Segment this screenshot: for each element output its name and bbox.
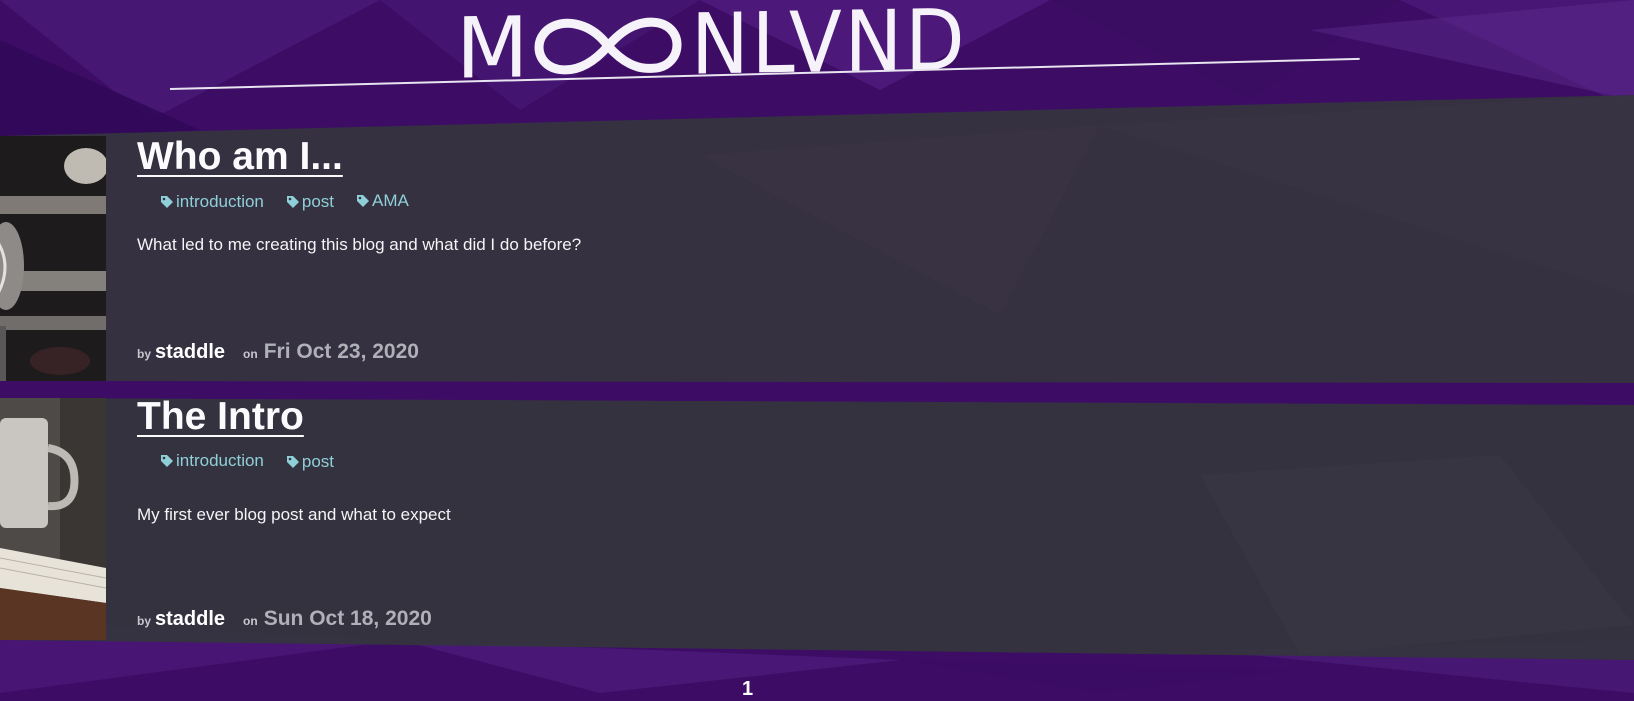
tag-label: introduction: [176, 192, 264, 211]
on-label: on: [243, 347, 258, 361]
tag-label: introduction: [176, 451, 264, 470]
tag-post[interactable]: post: [286, 452, 334, 472]
post-title[interactable]: Who am I...: [137, 135, 343, 179]
on-label: on: [243, 614, 258, 628]
post-meta: by staddle on Sun Oct 18, 2020: [137, 607, 432, 631]
post-excerpt: My first ever blog post and what to expe…: [137, 505, 451, 524]
tag-ama[interactable]: AMA: [356, 190, 409, 212]
by-label: by: [137, 614, 152, 628]
tag-label: post: [301, 452, 335, 471]
tag-introduction[interactable]: introduction: [160, 450, 264, 472]
tag-icon: [286, 456, 299, 468]
microphone-image: [0, 136, 106, 381]
post-title[interactable]: The Intro: [137, 395, 304, 439]
post-meta: by staddle on Fri Oct 23, 2020: [137, 340, 419, 364]
post-card: The Intro introduction post My first eve…: [0, 395, 1634, 660]
post-date: Sun Oct 18, 2020: [263, 607, 432, 630]
site-logo[interactable]: M NLVND: [456, 0, 992, 98]
pagination-current-page[interactable]: 1: [742, 678, 753, 701]
tag-icon: [286, 195, 299, 208]
post-tags: introduction post: [160, 450, 334, 472]
tag-label: post: [301, 191, 335, 211]
post-tags: introduction post AMA: [160, 190, 409, 212]
post-date: Fri Oct 23, 2020: [263, 340, 419, 363]
post-author[interactable]: staddle: [155, 341, 225, 364]
post-thumbnail-microphone[interactable]: [0, 136, 106, 381]
post-author[interactable]: staddle: [155, 608, 225, 631]
tag-icon: [161, 455, 173, 467]
coffee-book-image: [0, 398, 106, 640]
tag-post[interactable]: post: [286, 191, 334, 212]
tag-label: AMA: [372, 191, 409, 210]
infinity-icon: [534, 17, 682, 75]
tag-icon: [161, 196, 173, 208]
tag-icon: [357, 195, 370, 207]
post-thumbnail-coffee[interactable]: [0, 398, 106, 640]
post-excerpt: What led to me creating this blog and wh…: [137, 235, 582, 254]
tag-introduction[interactable]: introduction: [160, 192, 264, 212]
by-label: by: [137, 347, 152, 361]
logo-letter-m: M: [456, 0, 532, 98]
post-card: Who am I... introduction post AMA What l…: [0, 95, 1634, 385]
